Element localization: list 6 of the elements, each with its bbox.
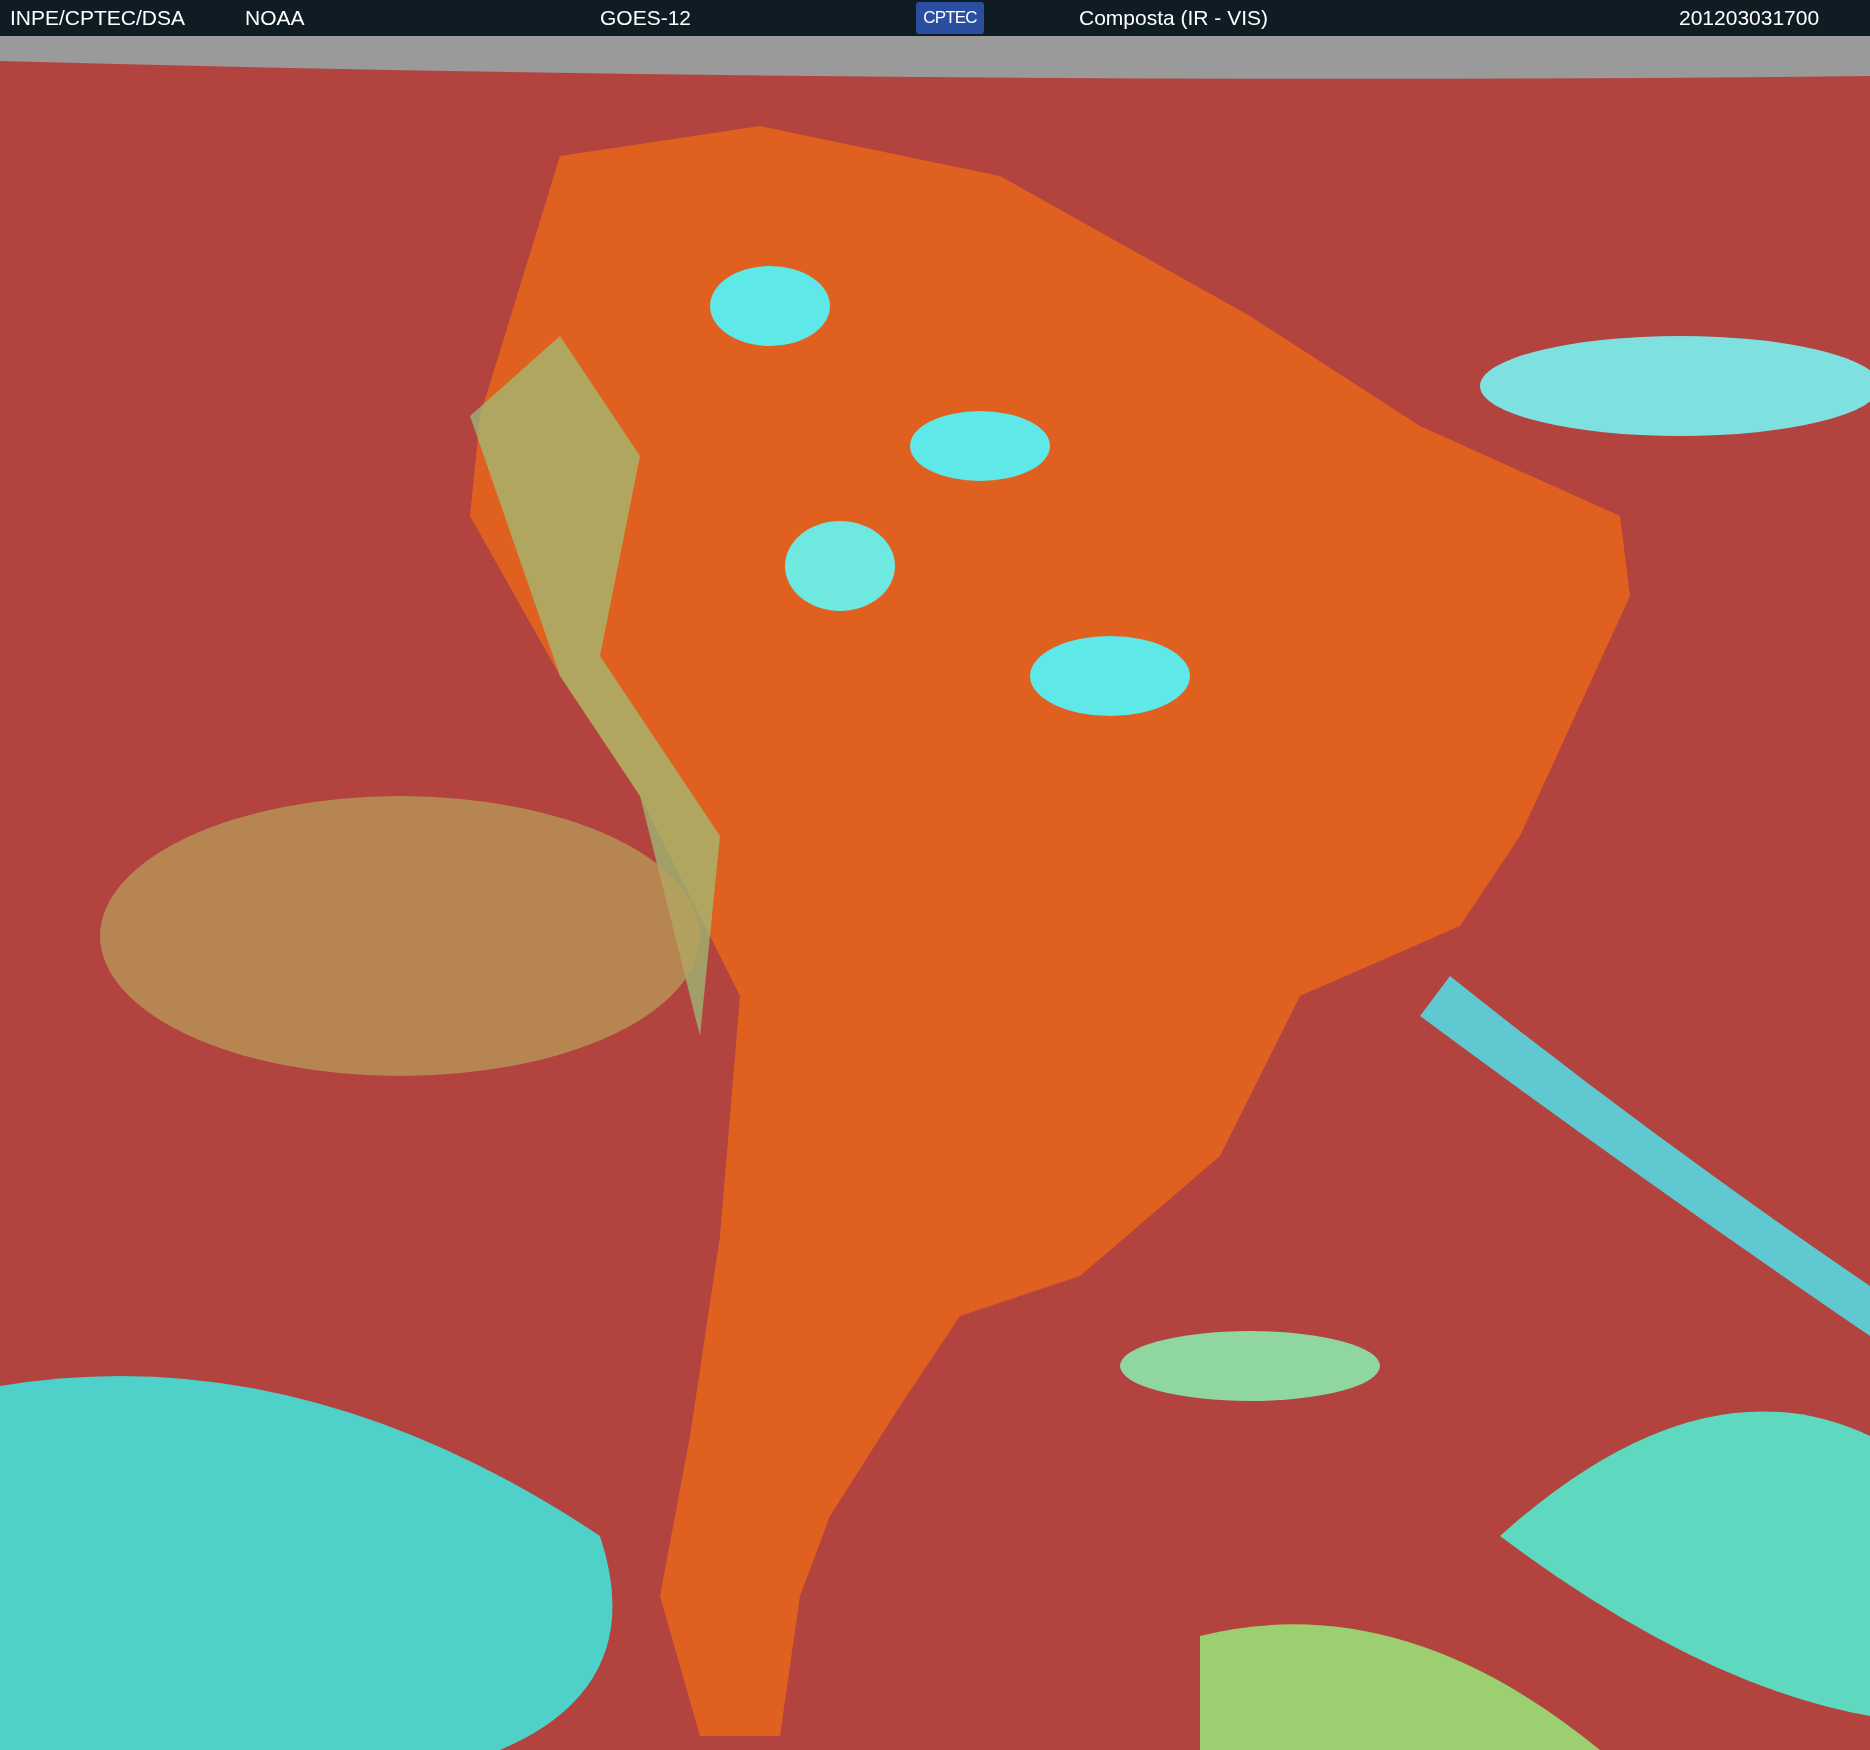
logo: CPTEC xyxy=(916,2,984,34)
satellite-label: GOES-12 xyxy=(600,5,693,32)
source-label: INPE/CPTEC/DSA xyxy=(10,5,187,32)
product-label: Composta (IR - VIS) xyxy=(1079,5,1270,32)
agency-label: NOAA xyxy=(245,5,306,32)
timestamp-label: 201203031700 xyxy=(1679,5,1820,32)
